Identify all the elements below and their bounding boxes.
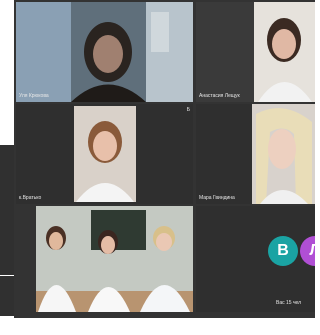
avatar-letter: В bbox=[277, 242, 289, 259]
video-tile-participant-4[interactable]: Мара Гвиндина bbox=[196, 104, 315, 204]
video-tile-participant-1[interactable]: Уля Крюкова bbox=[16, 2, 193, 102]
avatar-l: Л bbox=[300, 236, 315, 266]
participant-2-video bbox=[196, 2, 315, 102]
video-tile-participant-2[interactable]: Анастасия Лещук bbox=[196, 2, 315, 102]
participant-badge: Б bbox=[186, 107, 190, 113]
participant-name: Анастасия Лещук bbox=[199, 93, 240, 99]
participant-3-video bbox=[16, 104, 193, 204]
participant-name: Мара Гвиндина bbox=[199, 195, 235, 201]
participant-5-video bbox=[36, 206, 193, 312]
participant-1-video bbox=[16, 2, 193, 102]
video-grid: Уля Крюкова Анастасия Лещук Б к.Вратько bbox=[14, 0, 315, 318]
participant-4-video bbox=[196, 104, 315, 204]
avatar-letter: Л bbox=[309, 242, 315, 259]
participant-name: Уля Крюкова bbox=[19, 93, 49, 99]
video-tile-participant-3[interactable]: Б к.Вратько bbox=[16, 104, 193, 204]
video-tile-participants-group[interactable]: В Л Вас 15 чел bbox=[196, 206, 315, 312]
participant-name: к.Вратько bbox=[19, 195, 42, 201]
participants-count-label: Вас 15 чел bbox=[276, 300, 302, 306]
avatar-v: В bbox=[268, 236, 298, 266]
video-tile-participant-5[interactable] bbox=[36, 206, 193, 312]
